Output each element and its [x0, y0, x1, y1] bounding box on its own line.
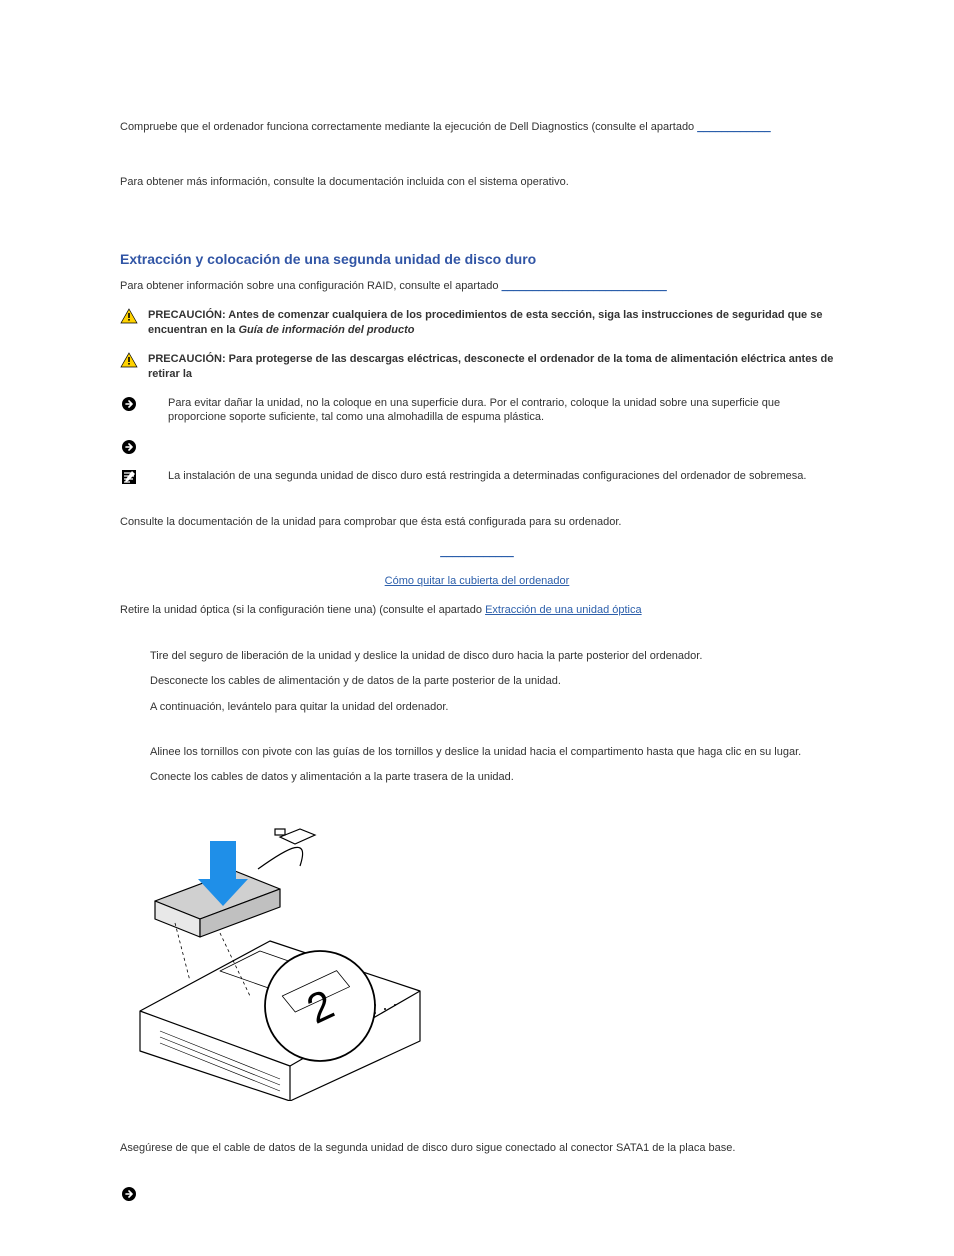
notice-icon: [120, 396, 138, 412]
paragraph-raid: Para obtener información sobre una confi…: [120, 279, 834, 294]
paragraph-dell-diag: Compruebe que el ordenador funciona corr…: [120, 120, 834, 135]
callout-note-1: La instalación de una segunda unidad de …: [120, 469, 834, 485]
step-1: Consulte la documentación de la unidad p…: [120, 515, 834, 530]
callout-caution-1: PRECAUCIÓN: Antes de comenzar cualquiera…: [120, 308, 834, 338]
step-5: Tire del seguro de liberación de la unid…: [150, 649, 834, 664]
caution-body: PRECAUCIÓN: Antes de comenzar cualquiera…: [148, 308, 834, 338]
notice-icon: [120, 439, 138, 455]
step-8: Alinee los tornillos con pivote con las …: [150, 745, 834, 760]
link-cover[interactable]: Cómo quitar la cubierta del ordenador: [385, 575, 570, 587]
note-body: La instalación de una segunda unidad de …: [148, 469, 834, 484]
step-link-2: Cómo quitar la cubierta del ordenador: [120, 574, 834, 589]
callout-caution-2: PRECAUCIÓN: Para protegerse de las desca…: [120, 352, 834, 382]
step-6: Desconecte los cables de alimentación y …: [150, 674, 834, 689]
text: Compruebe que el ordenador funciona corr…: [120, 121, 697, 133]
step-10: Asegúrese de que el cable de datos de la…: [120, 1141, 834, 1156]
text: Retire la unidad óptica (si la configura…: [120, 604, 485, 616]
link-raid[interactable]: ___________________________: [502, 280, 667, 292]
section-heading: Extracción y colocación de una segunda u…: [120, 251, 834, 267]
link[interactable]: ____________: [440, 546, 513, 558]
notice-body: Para evitar dañar la unidad, no la coloq…: [148, 396, 834, 426]
callout-notice-2: [120, 439, 834, 455]
callout-notice-1: Para evitar dañar la unidad, no la coloq…: [120, 396, 834, 426]
figure-second-hdd: 2: [120, 811, 834, 1101]
text: Para obtener información sobre una confi…: [120, 280, 502, 292]
warning-icon: [120, 308, 138, 324]
step-7: A continuación, levántelo para quitar la…: [150, 700, 834, 715]
warning-icon: [120, 352, 138, 368]
callout-notice-3: [120, 1186, 834, 1202]
notice-icon: [120, 1186, 138, 1202]
caution-body: PRECAUCIÓN: Para protegerse de las desca…: [148, 352, 834, 382]
step-optical: Retire la unidad óptica (si la configura…: [120, 603, 834, 618]
caution-label: PRECAUCIÓN:: [148, 309, 228, 321]
step-link-1: ____________: [120, 545, 834, 560]
link-optical[interactable]: Extracción de una unidad óptica: [485, 604, 642, 616]
link-dell-diag[interactable]: ____________: [697, 121, 770, 133]
paragraph-more-info: Para obtener más información, consulte l…: [120, 175, 834, 190]
step-9: Conecte los cables de datos y alimentaci…: [150, 770, 834, 785]
caution-label: PRECAUCIÓN:: [148, 353, 229, 365]
document-page: Compruebe que el ordenador funciona corr…: [0, 0, 954, 1256]
caution-text: Para protegerse de las descargas eléctri…: [148, 353, 833, 380]
note-icon: [120, 469, 138, 485]
guide-title: Guía de información del producto: [238, 324, 414, 336]
